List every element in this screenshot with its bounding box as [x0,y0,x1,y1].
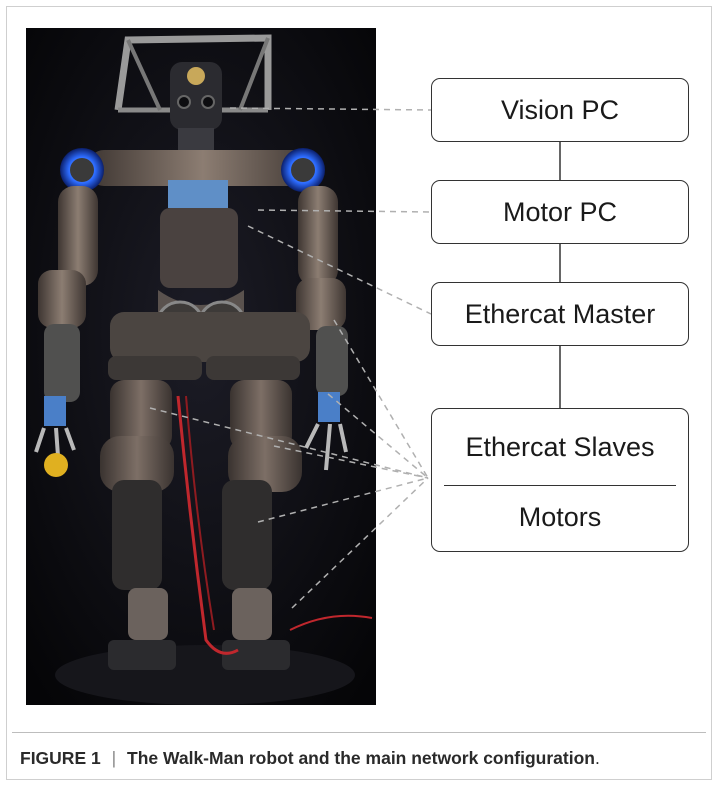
ethercat-slaves-box: Ethercat Slaves Motors [431,408,689,552]
figure-caption: FIGURE 1 | The Walk-Man robot and the ma… [20,748,600,769]
motor-pc-label: Motor PC [502,196,618,227]
caption-divider [12,732,706,733]
motor-pc-box: Motor PC [431,180,689,244]
caption-figure-label: FIGURE 1 [20,748,101,768]
caption-separator: | [111,748,117,768]
motors-section: Motors [519,486,602,548]
ethercat-slaves-label: Ethercat Slaves [465,431,655,462]
ethercat-master-box: Ethercat Master [431,282,689,346]
ethercat-slaves-section: Ethercat Slaves [465,409,654,485]
caption-title: The Walk-Man robot and the main network … [127,748,595,768]
ethercat-master-label: Ethercat Master [464,298,656,329]
vision-pc-box: Vision PC [431,78,689,142]
caption-end-punct: . [595,748,600,768]
vision-pc-label: Vision PC [500,94,620,125]
motors-label: Motors [518,501,602,532]
